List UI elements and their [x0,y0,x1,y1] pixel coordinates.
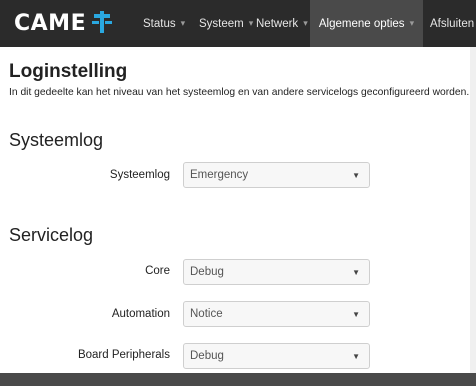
dropdown-arrow-icon: ▼ [352,267,360,277]
label-core: Core [145,265,170,277]
automation-select-value: Notice [190,308,223,320]
chevron-down-icon: ▾ [180,18,186,28]
dropdown-arrow-icon: ▼ [352,170,360,180]
chevron-down-icon: ▾ [303,18,308,28]
core-select[interactable]: Debug ▼ [183,259,370,285]
systeemlog-select-value: Emergency [190,169,249,181]
nav-afsluiten[interactable]: Afsluiten [430,0,474,47]
board-peripherals-select[interactable]: Debug ▼ [183,343,370,369]
nav-status-label: Status [143,17,176,30]
nav-algemene-opties-label: Algemene opties [318,17,405,30]
section-title-servicelog: Servicelog [9,225,94,245]
label-board-peripherals: Board Peripherals [77,349,170,361]
scrollbar[interactable] [470,47,476,373]
nav-afsluiten-label: Afsluiten [430,17,475,30]
bottom-bar [0,373,476,386]
page-title: Loginstelling [9,61,128,82]
chevron-down-icon: ▾ [409,18,415,28]
top-navbar: CAME Status ▾ Systeem ▾ Netwerk ▾ Algeme… [0,0,476,47]
label-systeemlog: Systeemlog [109,169,170,181]
nav-systeem[interactable]: Systeem ▾ [199,0,253,47]
nav-algemene-opties[interactable]: Algemene opties ▾ [310,0,423,47]
nav-netwerk-label: Netwerk [256,17,299,30]
systeemlog-select[interactable]: Emergency ▼ [183,162,370,188]
nav-systeem-label: Systeem [199,17,244,30]
label-automation: Automation [111,308,170,320]
main-content: Loginstelling In dit gedeelte kan het ni… [0,47,476,386]
section-title-systeemlog: Systeemlog [9,130,104,150]
dropdown-arrow-icon: ▼ [352,309,360,319]
nav-netwerk[interactable]: Netwerk ▾ [256,0,308,47]
brand-name: CAME [14,10,87,36]
came-logo[interactable]: CAME [14,7,113,39]
nav-status[interactable]: Status ▾ [143,0,185,47]
came-logo-mark-icon [92,11,113,33]
page-description: In dit gedeelte kan het niveau van het s… [9,87,470,98]
dropdown-arrow-icon: ▼ [352,351,360,361]
automation-select[interactable]: Notice ▼ [183,301,370,327]
chevron-down-icon: ▾ [248,18,254,28]
core-select-value: Debug [190,266,224,278]
board-peripherals-select-value: Debug [190,350,224,362]
